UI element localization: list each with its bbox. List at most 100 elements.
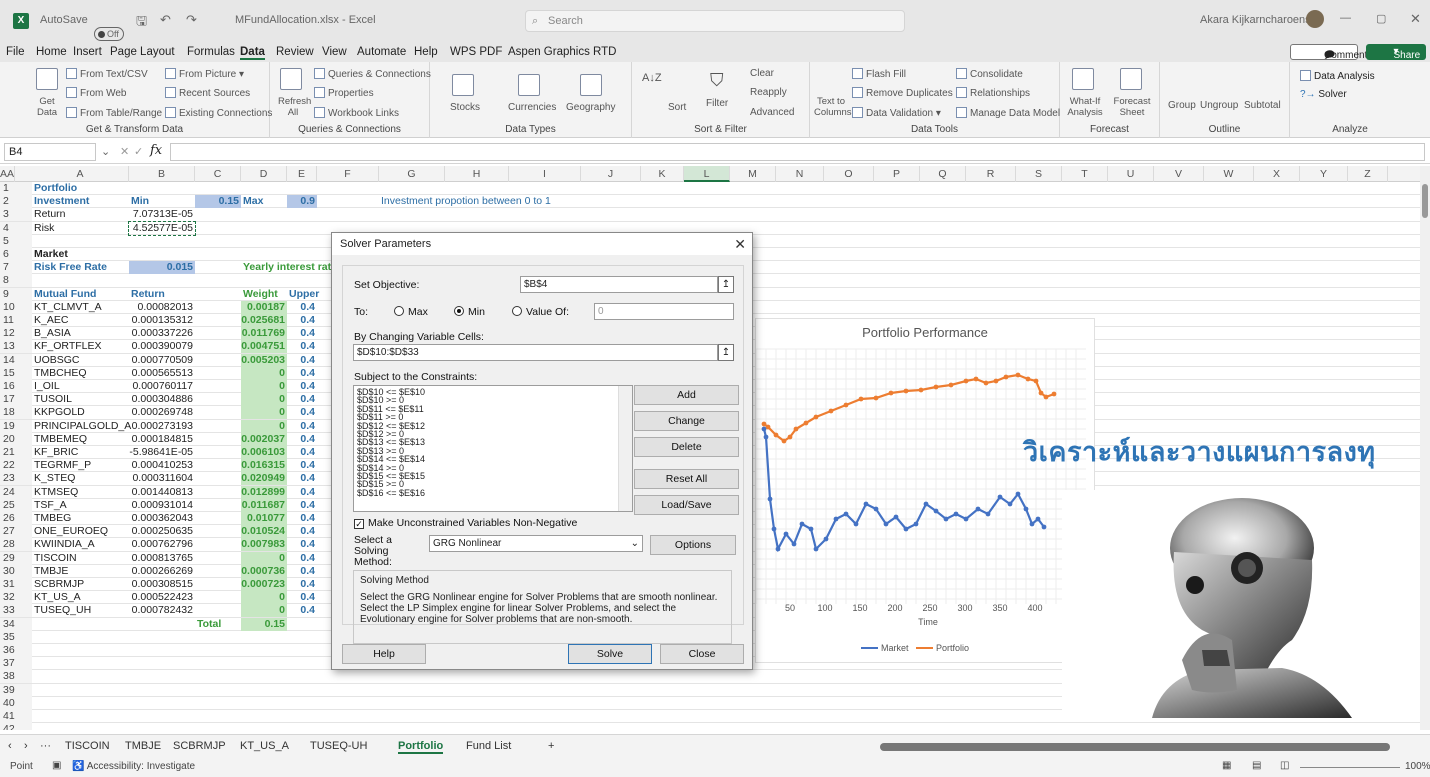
- forecast-sheet-icon[interactable]: [1120, 68, 1142, 90]
- cell-b[interactable]: 0.00082013: [129, 301, 195, 314]
- cell-b[interactable]: 0.000337226: [129, 327, 195, 340]
- load-save-button[interactable]: Load/Save: [634, 495, 739, 515]
- cell-e[interactable]: 0.4: [287, 459, 317, 472]
- more-sheets-icon[interactable]: ···: [40, 740, 51, 752]
- help-button[interactable]: Help: [342, 644, 426, 664]
- tab-view[interactable]: View: [322, 46, 347, 58]
- cell-d[interactable]: 0: [241, 366, 287, 380]
- tab-page-layout[interactable]: Page Layout: [110, 46, 175, 58]
- column-header[interactable]: Q: [920, 166, 966, 182]
- cell-d[interactable]: 0.016315: [241, 459, 287, 473]
- row-number[interactable]: 23: [0, 472, 32, 486]
- row-number[interactable]: 34: [0, 617, 32, 631]
- cell-b[interactable]: 4.52577E-05: [128, 220, 196, 236]
- solver[interactable]: ?→ Solver: [1300, 89, 1347, 100]
- column-header[interactable]: X: [1254, 166, 1300, 182]
- cell-a[interactable]: Risk: [32, 222, 129, 235]
- cell-b[interactable]: 0.000410253: [129, 459, 195, 472]
- row-number[interactable]: 27: [0, 525, 32, 539]
- column-header[interactable]: F: [317, 166, 379, 182]
- cell-e[interactable]: 0.4: [287, 354, 317, 367]
- redo-icon[interactable]: ↷: [186, 12, 197, 28]
- cell-a[interactable]: Mutual Fund: [32, 288, 129, 301]
- cell-e[interactable]: 0.4: [287, 578, 317, 591]
- tab-wps-pdf[interactable]: WPS PDF: [450, 46, 502, 58]
- nonneg-checkbox[interactable]: ✓ Make Unconstrained Variables Non-Negati…: [354, 517, 577, 529]
- cell-e[interactable]: 0.4: [287, 525, 317, 538]
- max-radio[interactable]: Max: [394, 306, 428, 318]
- column-header[interactable]: A: [32, 166, 129, 182]
- list-scrollbar[interactable]: [618, 386, 632, 511]
- cell-a[interactable]: KT_US_A: [32, 591, 129, 604]
- row-number[interactable]: 30: [0, 564, 32, 578]
- tab-file[interactable]: File: [6, 46, 25, 58]
- cell-d[interactable]: 0.011769: [241, 327, 287, 341]
- cell-e[interactable]: 0.4: [287, 420, 317, 433]
- prev-sheet-icon[interactable]: ‹: [8, 740, 12, 752]
- row-number[interactable]: 20: [0, 432, 32, 446]
- cell-d[interactable]: 0.011687: [241, 498, 287, 512]
- cell-d[interactable]: 0.010524: [241, 525, 287, 539]
- row-number[interactable]: 26: [0, 512, 32, 525]
- row-number[interactable]: 1: [0, 182, 32, 195]
- enter-icon[interactable]: ✓: [134, 145, 143, 158]
- cell-a[interactable]: TMBEMEQ: [32, 433, 129, 446]
- row-number[interactable]: 2: [0, 195, 32, 209]
- page-break-icon[interactable]: ◫: [1280, 760, 1289, 771]
- cell-b[interactable]: 0.000273193: [129, 420, 195, 433]
- cell-b[interactable]: 0.000266269: [129, 565, 195, 578]
- undo-icon[interactable]: ↶: [160, 12, 171, 28]
- sort-button[interactable]: Sort: [668, 102, 686, 113]
- cell-c[interactable]: Total: [195, 618, 241, 631]
- row-number[interactable]: 16: [0, 380, 32, 393]
- portfolio-chart[interactable]: Portfolio Performance 50 100 150 200 250 300 3…: [755, 318, 1095, 663]
- cell-e[interactable]: 0.4: [287, 472, 317, 485]
- restore-icon[interactable]: ▢: [1376, 12, 1386, 25]
- column-header[interactable]: C: [195, 166, 241, 182]
- refresh-all-button[interactable]: Refresh All: [278, 96, 311, 118]
- cell-d[interactable]: 0: [241, 604, 287, 618]
- cell-b[interactable]: 0.000760117: [129, 380, 195, 393]
- column-header[interactable]: B: [129, 166, 195, 182]
- cell-a[interactable]: UOBSGC: [32, 354, 129, 367]
- cell-e[interactable]: 0.4: [287, 604, 317, 617]
- cell-e[interactable]: 0.4: [287, 406, 317, 419]
- forecast-sheet-button[interactable]: Forecast Sheet: [1112, 96, 1152, 118]
- column-header[interactable]: L: [684, 166, 730, 182]
- row-number[interactable]: 33: [0, 604, 32, 618]
- cell-e[interactable]: 0.4: [287, 538, 317, 551]
- geography-icon[interactable]: [580, 74, 602, 96]
- cell-d[interactable]: 0.00187: [241, 300, 287, 314]
- cell-c[interactable]: 0.15: [195, 195, 241, 209]
- save-icon[interactable]: 🖫: [136, 12, 147, 34]
- cell-g[interactable]: Investment propotion between 0 to 1: [379, 195, 629, 208]
- row-number[interactable]: 39: [0, 683, 32, 697]
- cell-b[interactable]: 0.000304886: [129, 393, 195, 406]
- cell-b[interactable]: 0.001440813: [129, 486, 195, 499]
- cell-e[interactable]: 0.4: [287, 301, 317, 314]
- zoom-level[interactable]: 100%: [1405, 761, 1430, 772]
- cell-b[interactable]: 0.000813765: [129, 552, 195, 565]
- comments-button[interactable]: 🗩 Comments: [1290, 44, 1372, 61]
- cell-a[interactable]: KTMSEQ: [32, 486, 129, 499]
- cell-d[interactable]: 0.025681: [241, 314, 287, 327]
- name-box[interactable]: B4: [4, 143, 96, 161]
- row-number[interactable]: 6: [0, 248, 32, 261]
- tab-aspen[interactable]: Aspen Graphics RTD: [508, 46, 616, 58]
- cell-e[interactable]: 0.4: [287, 552, 317, 565]
- tab-scbrmjp[interactable]: SCBRMJP: [173, 740, 226, 752]
- autosave-toggle[interactable]: Off: [94, 27, 124, 41]
- cell-b[interactable]: 0.000362043: [129, 512, 195, 525]
- row-number[interactable]: 10: [0, 300, 32, 314]
- share-button[interactable]: Share ▾: [1366, 44, 1426, 61]
- tab-kt-us-a[interactable]: KT_US_A: [240, 740, 289, 752]
- zoom-slider[interactable]: [1300, 767, 1400, 768]
- cell-d[interactable]: 0.000736: [241, 564, 287, 578]
- cell-e[interactable]: 0.4: [287, 314, 317, 327]
- column-header[interactable]: R: [966, 166, 1016, 182]
- column-header[interactable]: T: [1062, 166, 1108, 182]
- changing-cells-input[interactable]: $D$10:$D$33: [353, 344, 718, 361]
- row-number[interactable]: 11: [0, 314, 32, 327]
- cell-e[interactable]: 0.4: [287, 367, 317, 380]
- collapse-icon[interactable]: ↥: [718, 276, 734, 293]
